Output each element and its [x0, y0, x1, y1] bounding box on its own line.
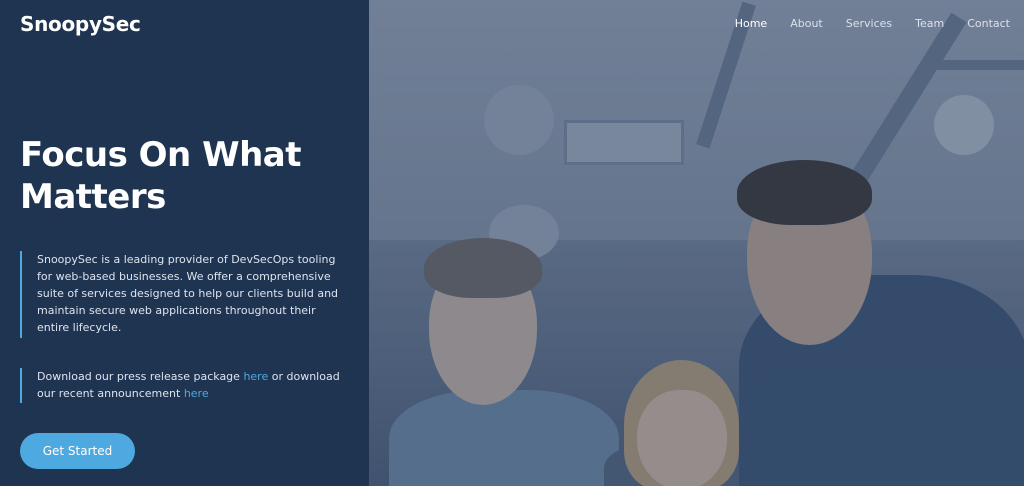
nav-home[interactable]: Home: [735, 17, 767, 30]
brand-logo[interactable]: SnoopySec: [20, 12, 141, 36]
nav-services[interactable]: Services: [846, 17, 892, 30]
team-photo: [369, 0, 1024, 486]
download-text-part1: Download our press release package: [37, 370, 244, 383]
nav-contact[interactable]: Contact: [967, 17, 1010, 30]
nav-team[interactable]: Team: [915, 17, 944, 30]
hero-panel: [0, 0, 369, 486]
press-release-link[interactable]: here: [243, 370, 268, 383]
main-nav: Home About Services Team Contact: [735, 17, 1010, 30]
nav-about[interactable]: About: [790, 17, 823, 30]
hero-description: SnoopySec is a leading provider of DevSe…: [20, 251, 340, 338]
get-started-button[interactable]: Get Started: [20, 433, 135, 469]
hero-headline: Focus On What Matters: [20, 135, 302, 217]
photo-overlay: [369, 0, 1024, 486]
download-text: Download our press release package here …: [20, 368, 340, 403]
announcement-link[interactable]: here: [184, 387, 209, 400]
